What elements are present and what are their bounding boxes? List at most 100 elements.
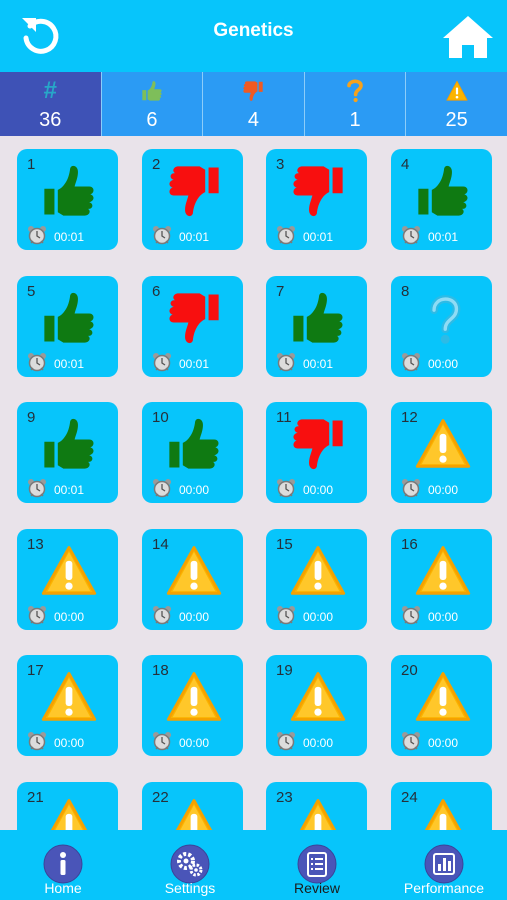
tab-performance-label: Performance	[403, 880, 485, 896]
question-card[interactable]: 21	[17, 781, 118, 830]
warning-icon	[290, 672, 346, 721]
question-number: 8	[401, 282, 410, 300]
thumbs-up-icon	[142, 81, 162, 101]
question-card[interactable]: 7 00:01	[266, 275, 367, 377]
alarm-clock-icon	[402, 479, 420, 498]
tab-home[interactable]: Home	[0, 830, 126, 900]
question-time: 00:00	[54, 609, 85, 624]
alarm-clock-icon	[402, 732, 420, 751]
alarm-clock-icon	[28, 605, 46, 624]
question-time: 00:01	[179, 356, 210, 371]
alarm-clock-icon	[402, 352, 420, 371]
warning-icon	[166, 672, 222, 721]
tab-settings[interactable]: Settings	[127, 830, 253, 900]
question-card[interactable]: 13 00:00	[17, 528, 118, 630]
thumbs-up-icon	[293, 292, 343, 343]
question-card[interactable]: 24	[391, 781, 492, 830]
alarm-clock-icon	[402, 226, 420, 245]
stat-unsure[interactable]: 1	[304, 72, 407, 136]
question-time: 00:01	[179, 230, 210, 244]
stat-total[interactable]: # 36	[0, 72, 102, 136]
question-time: 00:00	[428, 356, 459, 371]
stat-unanswered[interactable]: 25	[406, 72, 507, 136]
hash-icon: #	[43, 77, 57, 104]
question-card[interactable]: 23	[266, 781, 367, 830]
question-time: 00:01	[303, 230, 334, 244]
alarm-clock-icon	[277, 479, 295, 498]
alarm-clock-icon	[28, 479, 46, 498]
warning-icon	[415, 672, 471, 721]
warning-icon	[50, 798, 88, 830]
alarm-clock-icon	[153, 352, 171, 371]
stat-wrong[interactable]: 4	[203, 72, 305, 136]
warning-icon	[290, 545, 346, 595]
thumbs-down-icon	[169, 166, 219, 217]
alarm-clock-icon	[402, 605, 420, 624]
question-card[interactable]: 15 00:00	[266, 528, 367, 630]
thumbs-up-icon	[44, 418, 94, 469]
alarm-clock-icon	[28, 226, 46, 245]
warning-icon	[415, 419, 471, 468]
question-card[interactable]: 9 00:01	[17, 402, 118, 503]
list-icon	[297, 844, 337, 884]
thumbs-up-icon	[44, 292, 94, 343]
question-card[interactable]: 3 00:01	[266, 149, 367, 250]
question-time: 00:00	[54, 736, 85, 750]
question-card[interactable]: 8 00:00	[391, 275, 492, 377]
alarm-clock-icon	[153, 732, 171, 751]
alarm-clock-icon	[277, 732, 295, 751]
question-card[interactable]: 6 00:01	[142, 275, 243, 377]
info-icon	[43, 844, 83, 884]
warning-icon	[41, 672, 97, 721]
bottom-tab-bar: Home Settings Review Performance	[0, 830, 507, 900]
question-time: 00:00	[428, 609, 459, 624]
question-card[interactable]: 20 00:00	[391, 655, 492, 756]
question-icon	[347, 79, 363, 103]
alarm-clock-icon	[277, 352, 295, 371]
stat-unsure-value: 1	[349, 109, 361, 131]
bar-chart-icon	[424, 844, 464, 884]
question-time: 00:00	[428, 483, 459, 497]
question-card[interactable]: 2 00:01	[142, 149, 243, 250]
question-card[interactable]: 17 00:00	[17, 655, 118, 756]
thumbs-up-icon	[418, 165, 468, 216]
tab-performance[interactable]: Performance	[381, 830, 507, 900]
alarm-clock-icon	[277, 605, 295, 624]
thumbs-down-icon	[243, 81, 264, 101]
stat-correct[interactable]: 6	[101, 72, 204, 136]
thumbs-up-icon	[44, 165, 94, 216]
question-card[interactable]: 19 00:00	[266, 655, 367, 756]
question-card[interactable]: 10 00:00	[142, 402, 243, 503]
question-icon	[430, 294, 461, 344]
question-card[interactable]: 14 00:00	[142, 528, 243, 630]
question-grid: 1 00:01 2 00:01 3 00:01 4 00:01 5 00:01 6 00:01 7 00:…	[0, 136, 507, 830]
question-time: 00:01	[54, 230, 85, 244]
question-card[interactable]: 5 00:01	[17, 275, 118, 377]
home-icon[interactable]	[441, 14, 495, 60]
thumbs-down-icon	[169, 292, 219, 343]
warning-icon	[299, 798, 337, 830]
question-number: 3	[276, 156, 285, 173]
question-card[interactable]: 11 00:00	[266, 402, 367, 503]
question-card[interactable]: 4 00:01	[391, 149, 492, 250]
thumbs-up-icon	[169, 418, 219, 469]
question-card[interactable]: 22	[142, 781, 243, 830]
question-card[interactable]: 16 00:00	[391, 528, 492, 630]
question-number: 6	[152, 282, 161, 300]
stat-correct-value: 6	[146, 109, 158, 131]
alarm-clock-icon	[153, 479, 171, 498]
tab-home-label: Home	[44, 880, 82, 896]
question-time: 00:00	[303, 736, 334, 750]
alarm-clock-icon	[28, 732, 46, 751]
question-time: 00:00	[179, 609, 210, 624]
question-card[interactable]: 1 00:01	[17, 149, 118, 250]
tab-review[interactable]: Review	[254, 830, 380, 900]
alarm-clock-icon	[153, 226, 171, 245]
tab-review-label: Review	[294, 880, 340, 896]
question-number: 5	[27, 282, 36, 300]
question-time: 00:01	[303, 356, 334, 371]
question-card[interactable]: 12 00:00	[391, 402, 492, 503]
stat-unanswered-value: 25	[445, 109, 468, 131]
warning-icon	[446, 80, 468, 101]
question-card[interactable]: 18 00:00	[142, 655, 243, 756]
